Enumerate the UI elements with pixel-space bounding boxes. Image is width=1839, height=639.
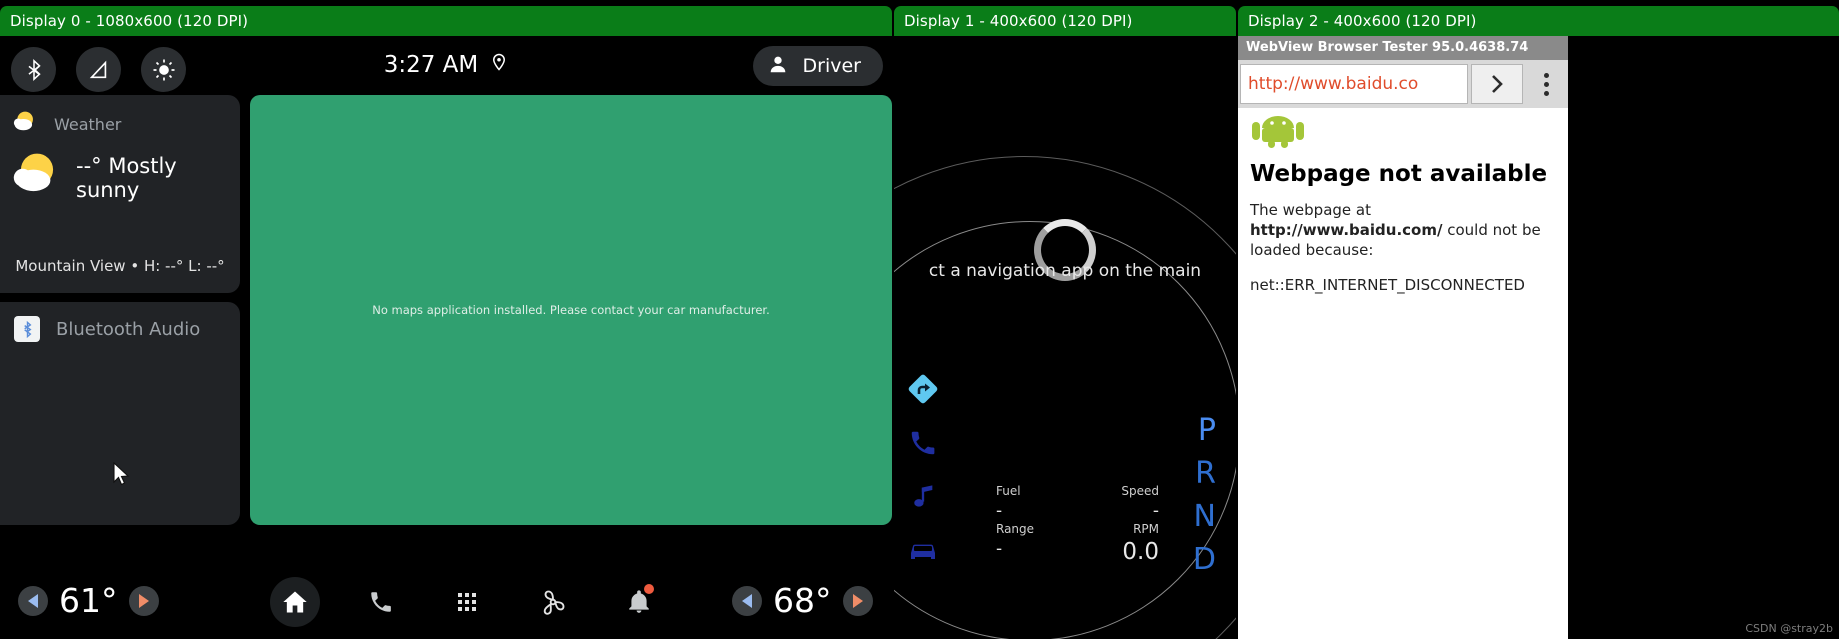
bottom-nav-bar: 61° 68°	[0, 567, 892, 639]
user-chip-label: Driver	[802, 55, 861, 77]
cluster-nav-message: ct a navigation app on the main	[928, 261, 1202, 281]
nav-icon-group	[270, 577, 664, 627]
error-description-url: http://www.baidu.com/	[1250, 220, 1443, 239]
car-icon[interactable]	[906, 534, 940, 568]
person-icon	[767, 53, 789, 80]
readout-range-value: -	[996, 539, 1003, 559]
chevron-right-icon[interactable]	[1471, 64, 1523, 104]
browser-toolbar: http://www.baidu.co	[1238, 60, 1568, 108]
error-code: net::ERR_INTERNET_DISCONNECTED	[1250, 276, 1525, 295]
media-card-label: Bluetooth Audio	[56, 318, 201, 340]
weather-card[interactable]: Weather --° Mostly sunny Mountain View •…	[0, 95, 240, 293]
display-0-panel: 3:27 AM Driver Weather --° Mostly sunny …	[0, 36, 892, 639]
readout-fuel-value: -	[996, 501, 1003, 521]
readout-speed-label: Speed	[1121, 484, 1159, 498]
phone-icon[interactable]	[356, 577, 406, 627]
temp-left-increase-button[interactable]	[128, 585, 159, 616]
gear-indicator-d: D	[1192, 542, 1216, 577]
weather-current: --° Mostly sunny	[0, 140, 240, 205]
window-title-display-2: Display 2 - 400x600 (120 DPI)	[1238, 6, 1839, 36]
gear-indicator-r: R	[1195, 456, 1216, 491]
clock-time: 3:27 AM	[383, 51, 479, 78]
temp-right-value: 68°	[773, 581, 832, 620]
apps-grid-icon[interactable]	[442, 577, 492, 627]
weather-card-header: Weather	[0, 95, 240, 140]
user-chip-driver[interactable]: Driver	[752, 46, 883, 86]
readout-range-label: Range	[996, 522, 1035, 536]
status-bar: 3:27 AM Driver	[0, 36, 892, 93]
temperature-control-right: 68°	[732, 581, 873, 620]
display-1-cluster-panel: ct a navigation app on the main Fuel - R…	[894, 36, 1236, 639]
error-description: The webpage at http://www.baidu.com/ cou…	[1250, 201, 1556, 260]
gear-indicator-p: P	[1197, 413, 1216, 448]
watermark: CSDN @stray2b	[1745, 622, 1833, 635]
weather-temperature: --° Mostly sunny	[76, 153, 177, 202]
notifications-bell-icon[interactable]	[614, 577, 664, 627]
temp-right-decrease-button[interactable]	[732, 585, 762, 616]
readout-rpm-value: 0.0	[1122, 539, 1159, 565]
phone-icon[interactable]	[906, 426, 940, 460]
weather-location-highlow: Mountain View • H: --° L: --°	[15, 257, 225, 275]
media-card-header: Bluetooth Audio	[0, 302, 240, 342]
browser-page-content: Webpage not available The webpage at htt…	[1238, 108, 1568, 639]
readout-fuel: Fuel -	[996, 484, 1021, 521]
screenshot-root: Display 0 - 1080x600 (120 DPI) Display 1…	[0, 0, 1839, 639]
error-description-prefix: The webpage at	[1250, 201, 1371, 219]
browser-window: WebView Browser Tester 95.0.4638.74 http…	[1238, 36, 1568, 639]
notification-badge	[644, 584, 654, 594]
window-title-display-0: Display 0 - 1080x600 (120 DPI)	[0, 6, 892, 36]
readout-rpm: RPM 0.0	[1084, 522, 1159, 565]
map-empty-message: No maps application installed. Please co…	[372, 303, 770, 317]
partly-sunny-large-icon	[10, 150, 64, 205]
gear-indicator-n: N	[1193, 499, 1216, 534]
partly-sunny-icon	[12, 109, 40, 140]
temp-left-decrease-button[interactable]	[18, 585, 48, 616]
cluster-shortcut-icons	[906, 372, 940, 568]
readout-rpm-label: RPM	[1133, 522, 1159, 536]
navigation-icon[interactable]	[906, 372, 940, 406]
readout-range: Range -	[996, 522, 1034, 559]
error-heading: Webpage not available	[1250, 161, 1548, 187]
temperature-control-left: 61°	[18, 581, 159, 620]
display-2-browser-panel: WebView Browser Tester 95.0.4638.74 http…	[1238, 36, 1839, 639]
browser-app-title: WebView Browser Tester 95.0.4638.74	[1238, 36, 1568, 60]
android-robot-icon	[1250, 114, 1556, 153]
music-note-icon[interactable]	[906, 480, 940, 514]
url-input[interactable]: http://www.baidu.co	[1240, 64, 1468, 104]
bluetooth-icon	[14, 316, 40, 342]
window-title-display-1: Display 1 - 400x600 (120 DPI)	[894, 6, 1236, 36]
home-icon[interactable]	[270, 577, 320, 627]
overflow-menu-icon[interactable]	[1526, 64, 1566, 104]
mouse-pointer-cursor	[112, 461, 132, 493]
climate-fan-icon[interactable]	[528, 577, 578, 627]
location-pin-icon	[490, 52, 508, 77]
readout-fuel-label: Fuel	[996, 484, 1021, 498]
temp-right-increase-button[interactable]	[842, 585, 873, 616]
map-pane[interactable]: No maps application installed. Please co…	[250, 95, 892, 525]
readout-speed: Speed -	[1099, 484, 1159, 521]
weather-card-label: Weather	[54, 115, 122, 134]
readout-speed-value: -	[1152, 501, 1159, 521]
temp-left-value: 61°	[59, 581, 118, 620]
